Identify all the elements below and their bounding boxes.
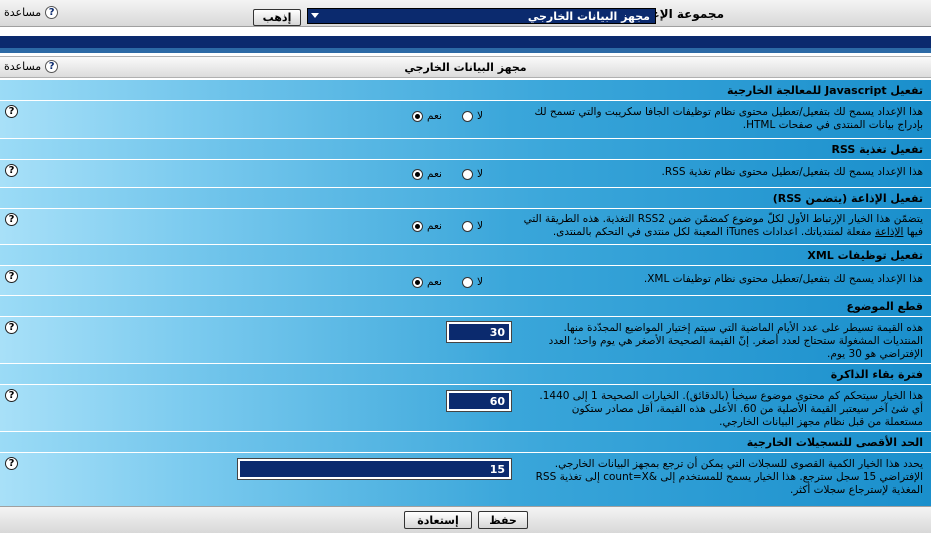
radio-no[interactable] bbox=[461, 110, 473, 122]
section-help-link[interactable]: مساعدة ? bbox=[4, 60, 59, 73]
radio-no[interactable] bbox=[461, 168, 473, 180]
setting-title-xml: تفعيل توظيفات XML bbox=[0, 245, 931, 265]
radio-no[interactable] bbox=[461, 220, 473, 232]
setting-help-icon[interactable]: ? bbox=[5, 213, 18, 226]
divider-bar-thin bbox=[0, 48, 931, 53]
radio-no[interactable] bbox=[461, 276, 473, 288]
setting-title-max-records: الحد الأقصى للتسجيلات الخارجية bbox=[0, 432, 931, 452]
help-icon: ? bbox=[45, 60, 59, 73]
setting-help-icon[interactable]: ? bbox=[5, 270, 18, 283]
setting-title-cache: فترة بقاء الذاكرة bbox=[0, 364, 931, 384]
section-header: مجهز البيانات الخارجي مساعدة ? bbox=[0, 56, 931, 78]
podcast-link[interactable]: الإذاعة bbox=[875, 226, 903, 238]
yes-no-radio-group: نعم لا bbox=[412, 220, 483, 232]
radio-yes[interactable] bbox=[412, 168, 423, 180]
radio-yes[interactable] bbox=[412, 220, 423, 232]
radio-no-label: لا bbox=[476, 110, 483, 122]
divider-bar bbox=[0, 36, 931, 48]
setting-row-max-records: يحدد هذا الخيار الكمية القصوى للسجلات ال… bbox=[0, 452, 931, 506]
top-help-link[interactable]: مساعدة ? bbox=[4, 6, 59, 19]
yes-no-radio-group: نعم لا bbox=[412, 110, 483, 122]
cache-minutes-input[interactable]: 60 bbox=[446, 390, 512, 412]
radio-yes-label: نعم bbox=[427, 220, 442, 232]
yes-no-radio-group: نعم لا bbox=[412, 276, 483, 288]
setting-help-icon[interactable]: ? bbox=[5, 389, 18, 402]
setting-desc: يحدد هذا الخيار الكمية القصوى للسجلات ال… bbox=[535, 458, 923, 496]
radio-yes-label: نعم bbox=[427, 110, 442, 122]
setting-row-js: هذا الإعداد يسمح لك بتفعيل/تعطيل محتوى ن… bbox=[0, 100, 931, 138]
radio-no-label: لا bbox=[476, 168, 483, 180]
setting-help-icon[interactable]: ? bbox=[5, 164, 18, 177]
top-help-label: مساعدة bbox=[4, 6, 42, 19]
chevron-down-icon bbox=[311, 13, 319, 18]
max-records-input[interactable]: 15 bbox=[237, 458, 512, 480]
radio-no-label: لا bbox=[476, 276, 483, 288]
group-select[interactable]: مجهز البيانات الخارجي bbox=[307, 8, 656, 24]
radio-no-label: لا bbox=[476, 220, 483, 232]
setting-desc: هذه القيمة تسيطر على عدد الأيام الماضية … bbox=[548, 322, 923, 360]
group-selected-value: مجهز البيانات الخارجي bbox=[527, 10, 650, 23]
setting-desc: هذا الإعداد يسمح لك بتفعيل/تعطيل محتوى ن… bbox=[643, 273, 923, 285]
radio-yes[interactable] bbox=[412, 276, 423, 288]
setting-row-rss: هذا الإعداد يسمح لك بتفعيل/تعطيل محتوى ن… bbox=[0, 159, 931, 187]
radio-yes-label: نعم bbox=[427, 168, 442, 180]
setting-title-rss: تفعيل تغذية RSS bbox=[0, 139, 931, 159]
setting-help-icon[interactable]: ? bbox=[5, 321, 18, 334]
settings-group-bar: مساعدة ? مجموعة الإعداد مجهز البيانات ال… bbox=[0, 0, 931, 27]
setting-help-icon[interactable]: ? bbox=[5, 105, 18, 118]
form-footer: حفظ إستعادة bbox=[0, 506, 931, 533]
setting-row-cutoff: هذه القيمة تسيطر على عدد الأيام الماضية … bbox=[0, 316, 931, 363]
setting-desc: هذا الإعداد يسمح لك بتفعيل/تعطيل محتوى ن… bbox=[661, 166, 923, 178]
section-title: مجهز البيانات الخارجي bbox=[404, 61, 527, 74]
setting-desc: هذا الإعداد يسمح لك بتفعيل/تعطيل محتوى ن… bbox=[534, 106, 923, 131]
radio-yes-label: نعم bbox=[427, 276, 442, 288]
setting-title-cutoff: قطع الموضوع bbox=[0, 296, 931, 316]
setting-desc: يتضمّن هذا الخيار الإرتباط الأول لكلّ مو… bbox=[523, 213, 923, 238]
save-button[interactable]: حفظ bbox=[478, 511, 528, 529]
yes-no-radio-group: نعم لا bbox=[412, 168, 483, 180]
setting-desc: هذا الخيار سيتحكم كم محتوى موضوع سيخبأ (… bbox=[539, 390, 923, 428]
setting-row-xml: هذا الإعداد يسمح لك بتفعيل/تعطيل محتوى ن… bbox=[0, 265, 931, 295]
setting-help-icon[interactable]: ? bbox=[5, 457, 18, 470]
go-button[interactable]: إذهب bbox=[253, 9, 301, 26]
cutoff-days-input[interactable]: 30 bbox=[446, 321, 512, 343]
setting-title-js: تفعيل Javascript للمعالجة الخارجية bbox=[0, 80, 931, 100]
setting-title-podcast: تفعيل الإذاعة (يتضمن RSS) bbox=[0, 188, 931, 208]
reset-button[interactable]: إستعادة bbox=[404, 511, 472, 529]
radio-yes[interactable] bbox=[412, 110, 423, 122]
help-icon: ? bbox=[45, 6, 59, 19]
setting-row-cache: هذا الخيار سيتحكم كم محتوى موضوع سيخبأ (… bbox=[0, 384, 931, 431]
section-help-label: مساعدة bbox=[4, 60, 42, 73]
setting-row-podcast: يتضمّن هذا الخيار الإرتباط الأول لكلّ مو… bbox=[0, 208, 931, 244]
